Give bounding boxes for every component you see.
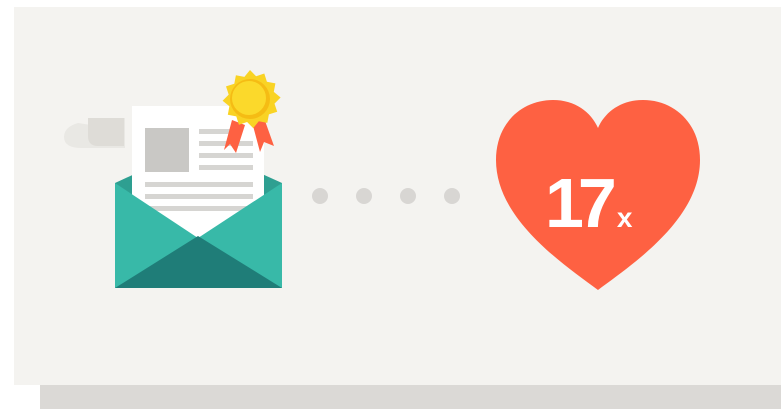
illustration-art xyxy=(64,70,700,290)
multiplier-value: 17 xyxy=(545,164,617,242)
multiplier-label: 17 x xyxy=(545,158,632,238)
connector-dot xyxy=(444,188,460,204)
stage: 17 x xyxy=(0,0,781,409)
scroll-paper-icon xyxy=(64,118,125,148)
multiplier-suffix: x xyxy=(616,202,633,233)
connector-dot xyxy=(400,188,416,204)
connector-dots xyxy=(312,188,460,204)
letter-photo-placeholder xyxy=(145,128,189,172)
connector-dot xyxy=(356,188,372,204)
connector-dot xyxy=(312,188,328,204)
